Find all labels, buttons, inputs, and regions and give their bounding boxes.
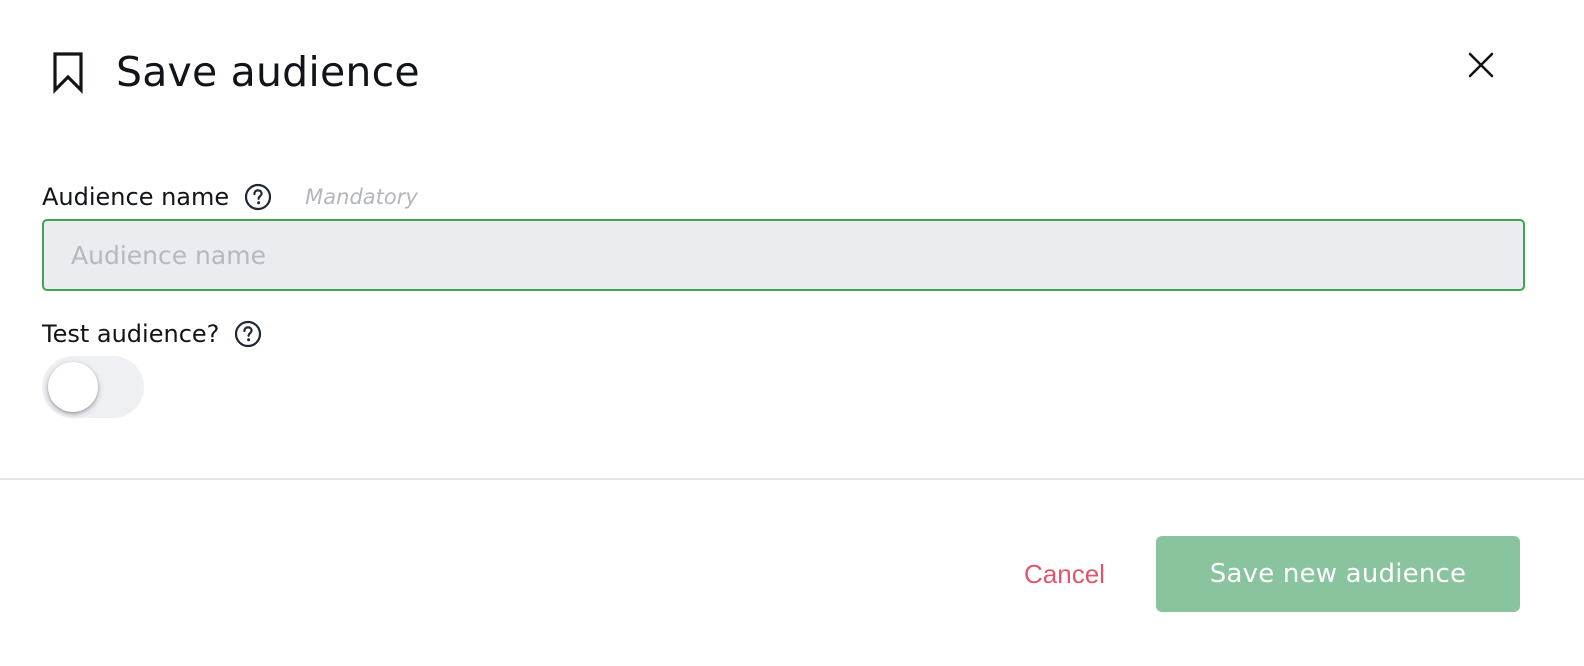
audience-name-label: Audience name xyxy=(42,183,230,211)
help-icon[interactable] xyxy=(233,319,263,349)
close-button[interactable] xyxy=(1462,48,1500,86)
help-icon[interactable] xyxy=(243,182,273,212)
dialog-header: Save audience xyxy=(48,44,420,100)
bookmark-icon xyxy=(48,48,88,96)
test-audience-label: Test audience? xyxy=(42,320,220,348)
save-new-audience-button[interactable]: Save new audience xyxy=(1156,536,1520,612)
close-icon xyxy=(1467,51,1495,83)
toggle-knob xyxy=(48,362,98,412)
audience-name-input[interactable] xyxy=(42,219,1525,291)
test-audience-toggle[interactable] xyxy=(42,356,144,418)
footer-divider xyxy=(0,478,1584,480)
cancel-button[interactable]: Cancel xyxy=(1010,541,1119,607)
mandatory-hint: Mandatory xyxy=(305,185,418,209)
save-audience-dialog: Save audience Audience name Mandatory Te… xyxy=(0,0,1584,666)
dialog-title: Save audience xyxy=(116,48,420,96)
audience-name-label-row: Audience name Mandatory xyxy=(42,178,418,216)
test-audience-label-row: Test audience? xyxy=(42,315,263,353)
